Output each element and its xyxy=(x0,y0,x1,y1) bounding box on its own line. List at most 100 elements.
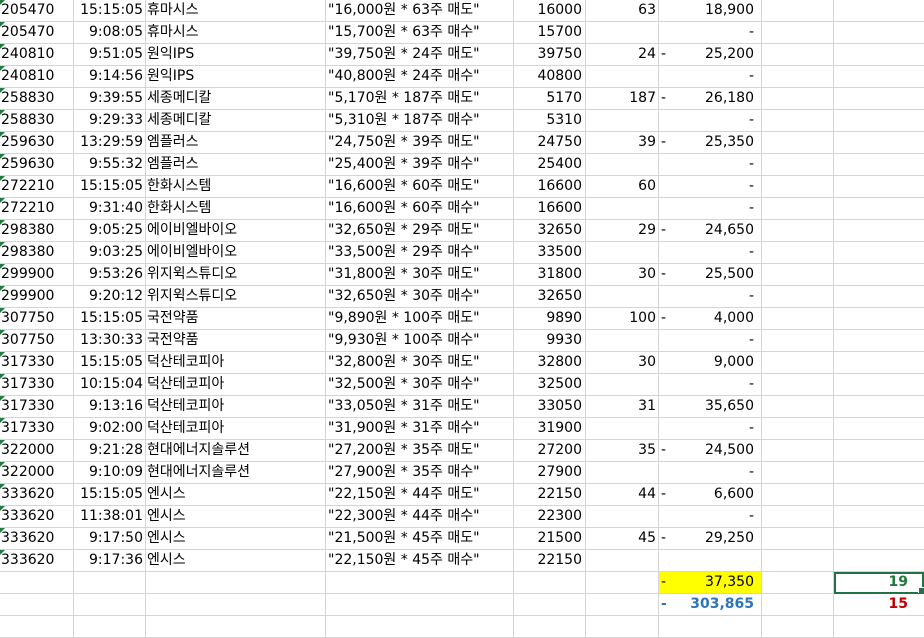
cell-empty[interactable] xyxy=(834,440,924,462)
price-cell[interactable]: 24750 xyxy=(514,132,586,154)
trade-desc-cell[interactable]: "40,800원 * 24주 매수" xyxy=(326,66,514,88)
time-cell[interactable]: 9:17:50 xyxy=(74,528,146,550)
cell-empty[interactable] xyxy=(762,242,834,264)
cell-empty[interactable] xyxy=(762,132,834,154)
amount-cell[interactable]: - xyxy=(659,330,762,352)
stock-name-cell[interactable]: 휴마시스 xyxy=(146,0,326,22)
cell-empty[interactable] xyxy=(834,198,924,220)
cell-empty[interactable] xyxy=(834,352,924,374)
cell-empty[interactable] xyxy=(0,616,74,638)
cell-empty[interactable] xyxy=(834,132,924,154)
stock-code-cell[interactable]: 299900 xyxy=(0,264,74,286)
cell-empty[interactable] xyxy=(834,66,924,88)
time-cell[interactable]: 9:10:09 xyxy=(74,462,146,484)
time-cell[interactable]: 9:31:40 xyxy=(74,198,146,220)
cell-empty[interactable] xyxy=(762,616,834,638)
amount-cell[interactable]: - xyxy=(659,506,762,528)
cell-empty[interactable] xyxy=(834,396,924,418)
trade-desc-cell[interactable]: "32,650원 * 30주 매수" xyxy=(326,286,514,308)
cell-empty[interactable] xyxy=(834,462,924,484)
stock-name-cell[interactable]: 현대에너지솔루션 xyxy=(146,462,326,484)
cell-empty[interactable] xyxy=(762,264,834,286)
stock-code-cell[interactable]: 205470 xyxy=(0,22,74,44)
time-cell[interactable]: 15:15:05 xyxy=(74,0,146,22)
stock-name-cell[interactable]: 원익IPS xyxy=(146,44,326,66)
cell-empty[interactable] xyxy=(762,572,834,594)
amount-cell[interactable]: - xyxy=(659,176,762,198)
quantity-cell[interactable]: 29 xyxy=(586,220,659,242)
stock-code-cell[interactable]: 298380 xyxy=(0,242,74,264)
cell-empty[interactable] xyxy=(834,0,924,22)
cell-empty[interactable] xyxy=(762,440,834,462)
cell-empty[interactable] xyxy=(834,110,924,132)
stock-code-cell[interactable]: 258830 xyxy=(0,88,74,110)
price-cell[interactable]: 27200 xyxy=(514,440,586,462)
trade-desc-cell[interactable]: "16,600원 * 60주 매도" xyxy=(326,176,514,198)
time-cell[interactable]: 9:03:25 xyxy=(74,242,146,264)
cell-empty[interactable] xyxy=(762,66,834,88)
stock-name-cell[interactable]: 위지윅스튜디오 xyxy=(146,286,326,308)
quantity-cell[interactable]: 31 xyxy=(586,396,659,418)
stock-name-cell[interactable]: 세종메디칼 xyxy=(146,110,326,132)
cell-empty[interactable] xyxy=(762,44,834,66)
time-cell[interactable]: 11:38:01 xyxy=(74,506,146,528)
quantity-cell[interactable]: 63 xyxy=(586,0,659,22)
amount-cell[interactable]: - xyxy=(659,462,762,484)
fill-handle[interactable] xyxy=(918,587,924,593)
stock-code-cell[interactable]: 272210 xyxy=(0,198,74,220)
cell-empty[interactable] xyxy=(834,616,924,638)
stock-name-cell[interactable]: 덕산테코피아 xyxy=(146,396,326,418)
quantity-cell[interactable]: 39 xyxy=(586,132,659,154)
amount-cell[interactable]: - 29,250 xyxy=(659,528,762,550)
time-cell[interactable]: 15:15:05 xyxy=(74,308,146,330)
quantity-cell[interactable] xyxy=(586,154,659,176)
cell-empty[interactable] xyxy=(834,242,924,264)
grand-amount-cell[interactable]: - 303,865 xyxy=(659,594,762,616)
time-cell[interactable]: 13:29:59 xyxy=(74,132,146,154)
trade-desc-cell[interactable]: "32,500원 * 30주 매수" xyxy=(326,374,514,396)
price-cell[interactable]: 9890 xyxy=(514,308,586,330)
quantity-cell[interactable] xyxy=(586,374,659,396)
trade-desc-cell[interactable]: "32,800원 * 30주 매도" xyxy=(326,352,514,374)
cell-empty[interactable] xyxy=(586,594,659,616)
cell-empty[interactable] xyxy=(762,528,834,550)
cell-empty[interactable] xyxy=(762,352,834,374)
price-cell[interactable]: 27900 xyxy=(514,462,586,484)
cell-empty[interactable] xyxy=(834,220,924,242)
stock-code-cell[interactable]: 299900 xyxy=(0,286,74,308)
cell-empty[interactable] xyxy=(514,594,586,616)
stock-code-cell[interactable]: 333620 xyxy=(0,506,74,528)
cell-empty[interactable] xyxy=(762,418,834,440)
price-cell[interactable]: 31800 xyxy=(514,264,586,286)
stock-name-cell[interactable]: 국전약품 xyxy=(146,308,326,330)
trade-desc-cell[interactable]: "15,700원 * 63주 매수" xyxy=(326,22,514,44)
trade-desc-cell[interactable]: "16,600원 * 60주 매수" xyxy=(326,198,514,220)
cell-empty[interactable] xyxy=(514,616,586,638)
cell-empty[interactable] xyxy=(74,594,146,616)
quantity-cell[interactable]: 30 xyxy=(586,352,659,374)
cell-empty[interactable] xyxy=(762,0,834,22)
stock-code-cell[interactable]: 307750 xyxy=(0,308,74,330)
amount-cell[interactable]: - 25,200 xyxy=(659,44,762,66)
time-cell[interactable]: 15:15:05 xyxy=(74,484,146,506)
cell-empty[interactable] xyxy=(586,572,659,594)
stock-name-cell[interactable]: 덕산테코피아 xyxy=(146,418,326,440)
price-cell[interactable]: 22300 xyxy=(514,506,586,528)
price-cell[interactable]: 40800 xyxy=(514,66,586,88)
trade-desc-cell[interactable]: "27,200원 * 35주 매도" xyxy=(326,440,514,462)
amount-cell[interactable]: - xyxy=(659,110,762,132)
cell-empty[interactable] xyxy=(762,198,834,220)
amount-cell[interactable]: 35,650 xyxy=(659,396,762,418)
cell-empty[interactable] xyxy=(146,572,326,594)
amount-cell[interactable] xyxy=(659,550,762,572)
time-cell[interactable]: 9:13:16 xyxy=(74,396,146,418)
trade-desc-cell[interactable]: "16,000원 * 63주 매도" xyxy=(326,0,514,22)
cell-empty[interactable] xyxy=(762,154,834,176)
cell-empty[interactable] xyxy=(762,330,834,352)
trade-desc-cell[interactable]: "9,890원 * 100주 매도" xyxy=(326,308,514,330)
cell-empty[interactable] xyxy=(326,572,514,594)
price-cell[interactable]: 32800 xyxy=(514,352,586,374)
price-cell[interactable]: 33050 xyxy=(514,396,586,418)
stock-name-cell[interactable]: 엔시스 xyxy=(146,528,326,550)
cell-empty[interactable] xyxy=(659,616,762,638)
